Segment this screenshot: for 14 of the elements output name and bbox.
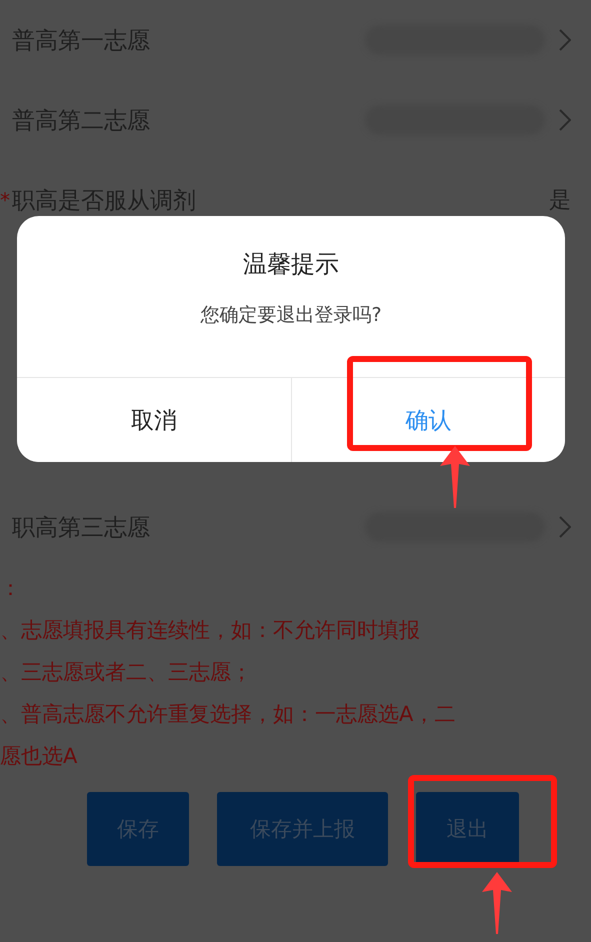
chevron-right-icon — [559, 516, 571, 538]
chevron-right-icon — [559, 29, 571, 51]
note-text: ： — [0, 575, 22, 602]
dialog-message: 您确定要退出登录吗? — [199, 303, 383, 328]
dialog-title: 温馨提示 — [242, 249, 340, 280]
note-text: 、三志愿或者二、三志愿； — [0, 659, 253, 686]
arrow-icon — [440, 446, 470, 508]
confirm-button[interactable]: 确认 — [290, 378, 565, 462]
chevron-right-icon — [559, 109, 571, 131]
arrow-icon — [482, 872, 512, 934]
note-text: 愿也选A — [0, 743, 78, 770]
note-text: 、志愿填报具有连续性，如：不允许同时填报 — [0, 617, 421, 644]
required-marker: * — [0, 188, 10, 212]
note-text: 、普高志愿不允许重复选择，如：一志愿选A，二 — [0, 701, 456, 728]
